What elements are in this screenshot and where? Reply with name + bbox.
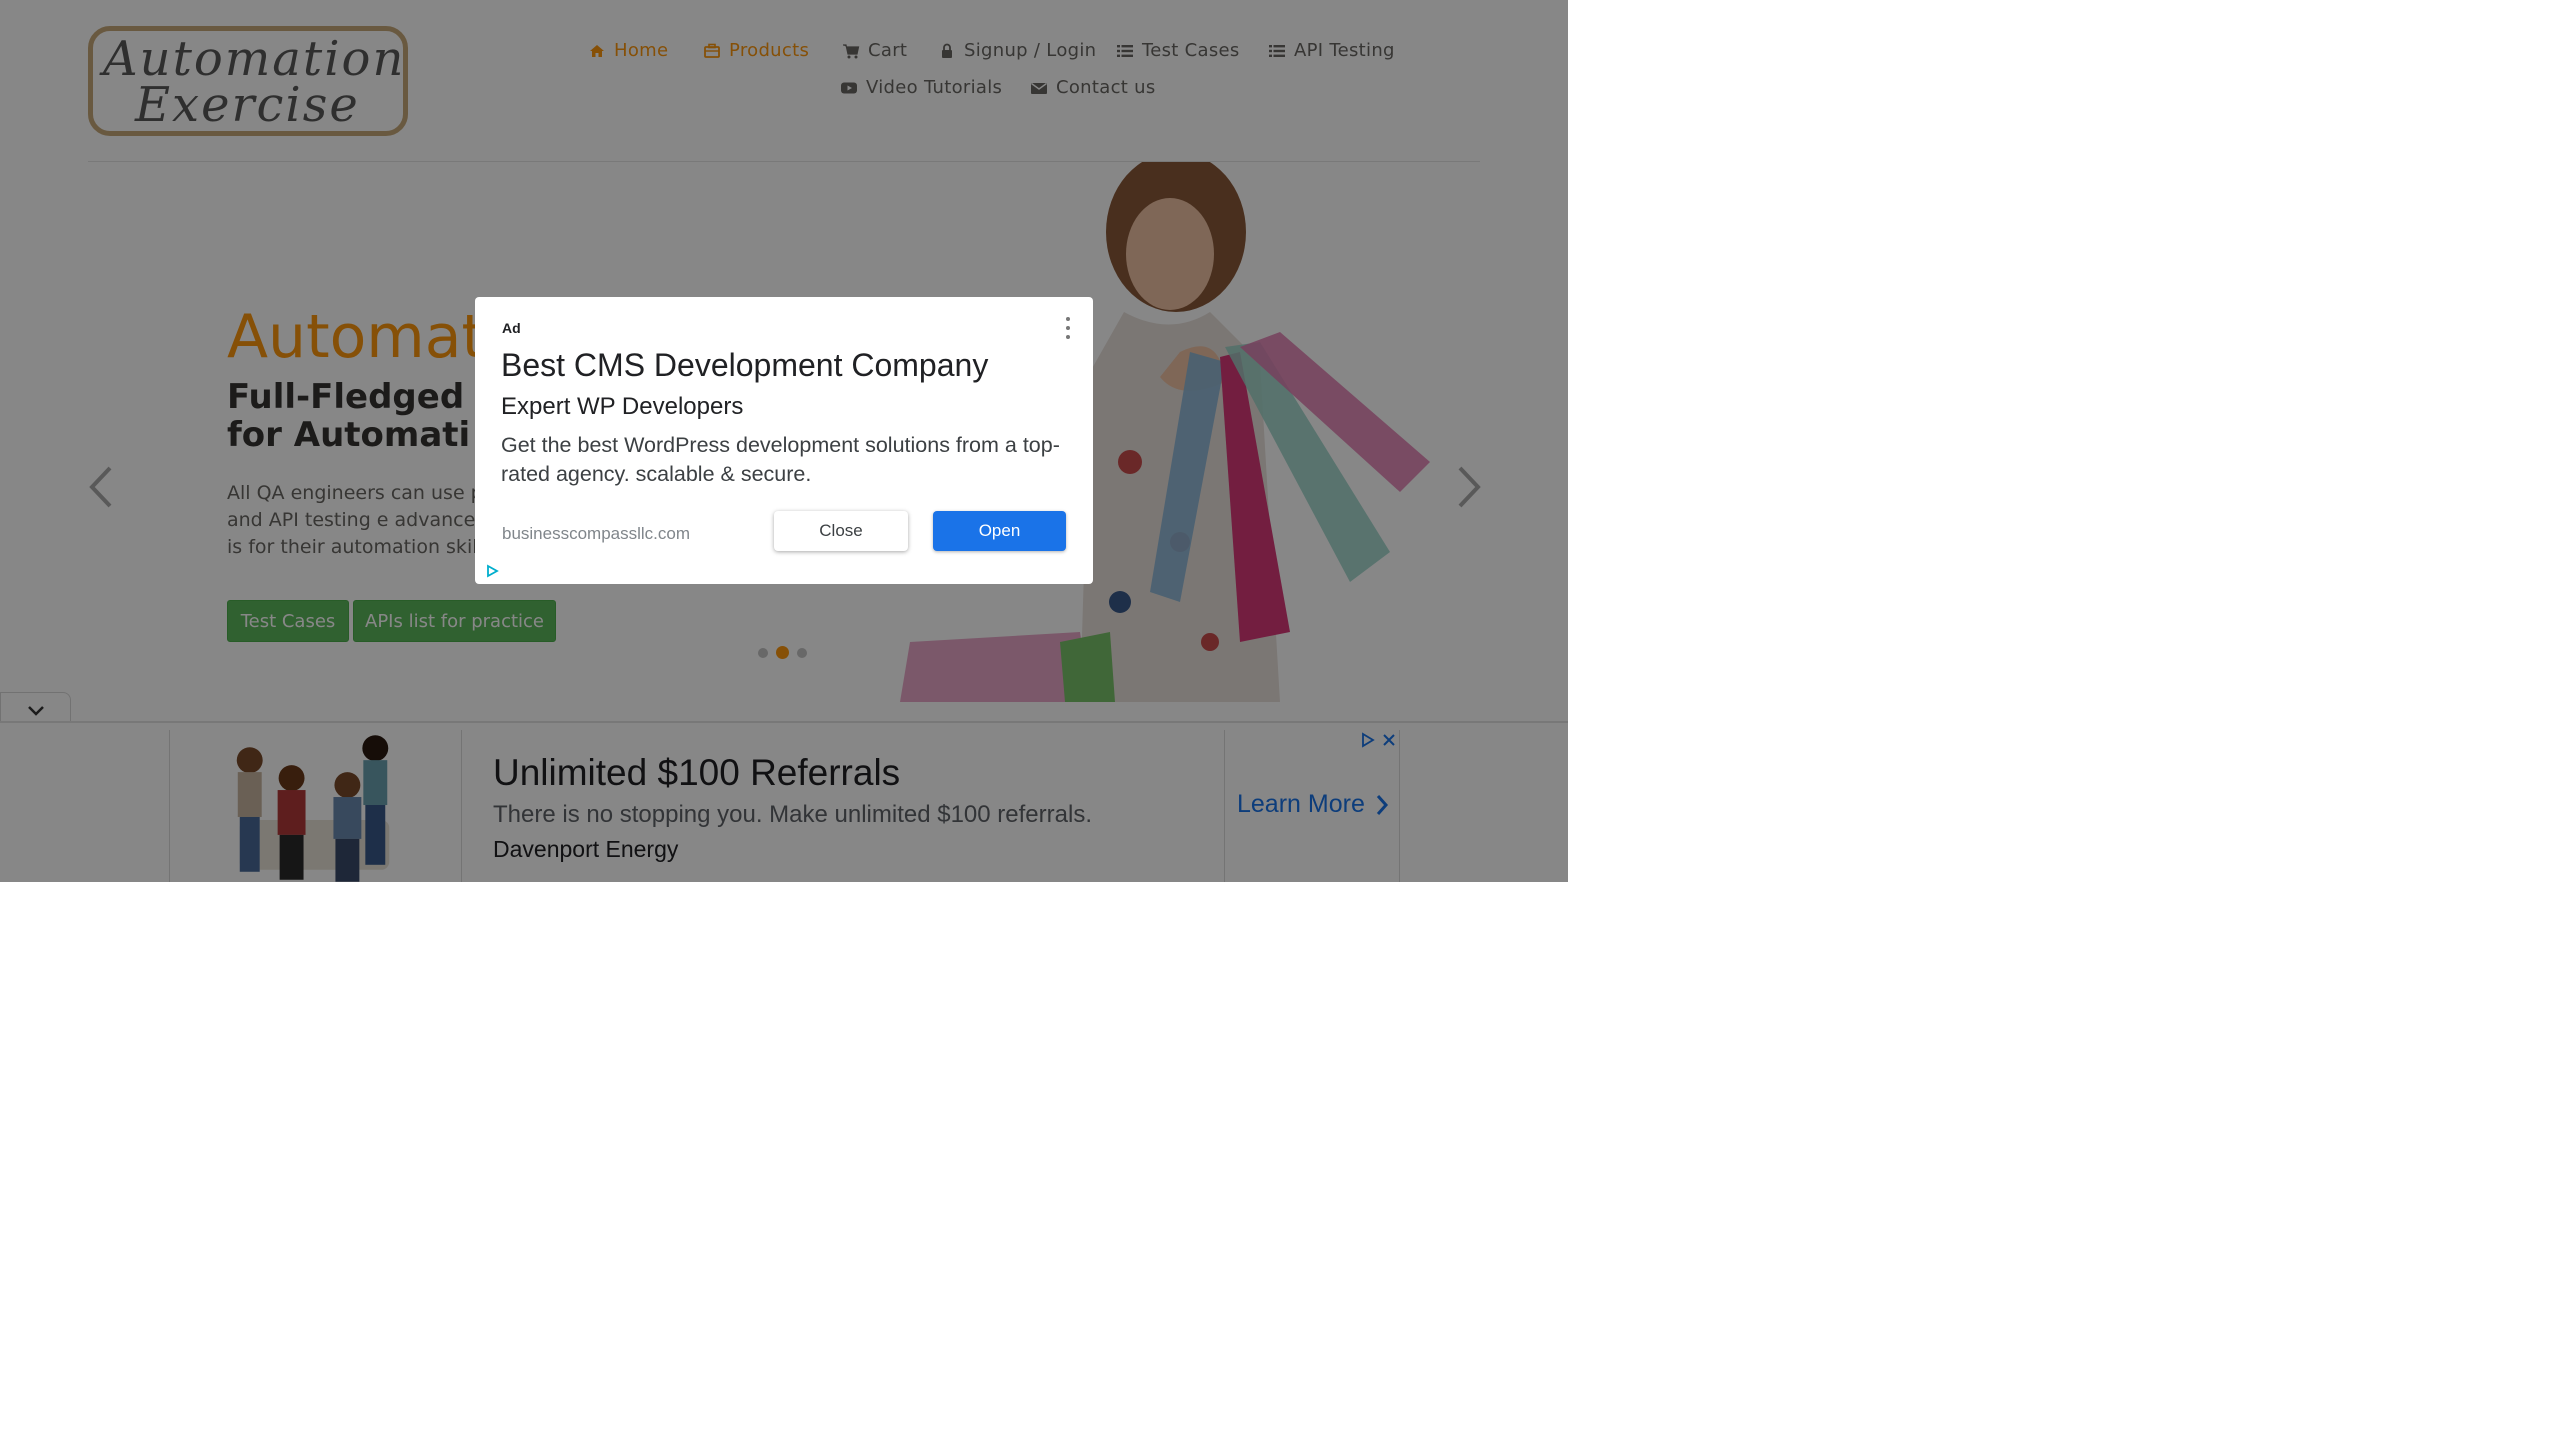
ad-description: Get the best WordPress development solut…	[501, 433, 1060, 486]
interstitial-ad-dialog: Ad Best CMS Development Company Expert W…	[475, 297, 1093, 584]
ad-display-url[interactable]: businesscompassllc.com	[502, 524, 690, 544]
more-options-icon[interactable]	[1063, 317, 1073, 339]
ad-close-button[interactable]: Close	[774, 511, 908, 551]
ad-label: Ad	[502, 320, 521, 336]
ad-open-button[interactable]: Open	[933, 511, 1066, 551]
adchoices-icon[interactable]	[485, 564, 499, 578]
ad-title[interactable]: Best CMS Development Company	[501, 347, 988, 384]
ad-subtitle: Expert WP Developers	[501, 393, 744, 420]
